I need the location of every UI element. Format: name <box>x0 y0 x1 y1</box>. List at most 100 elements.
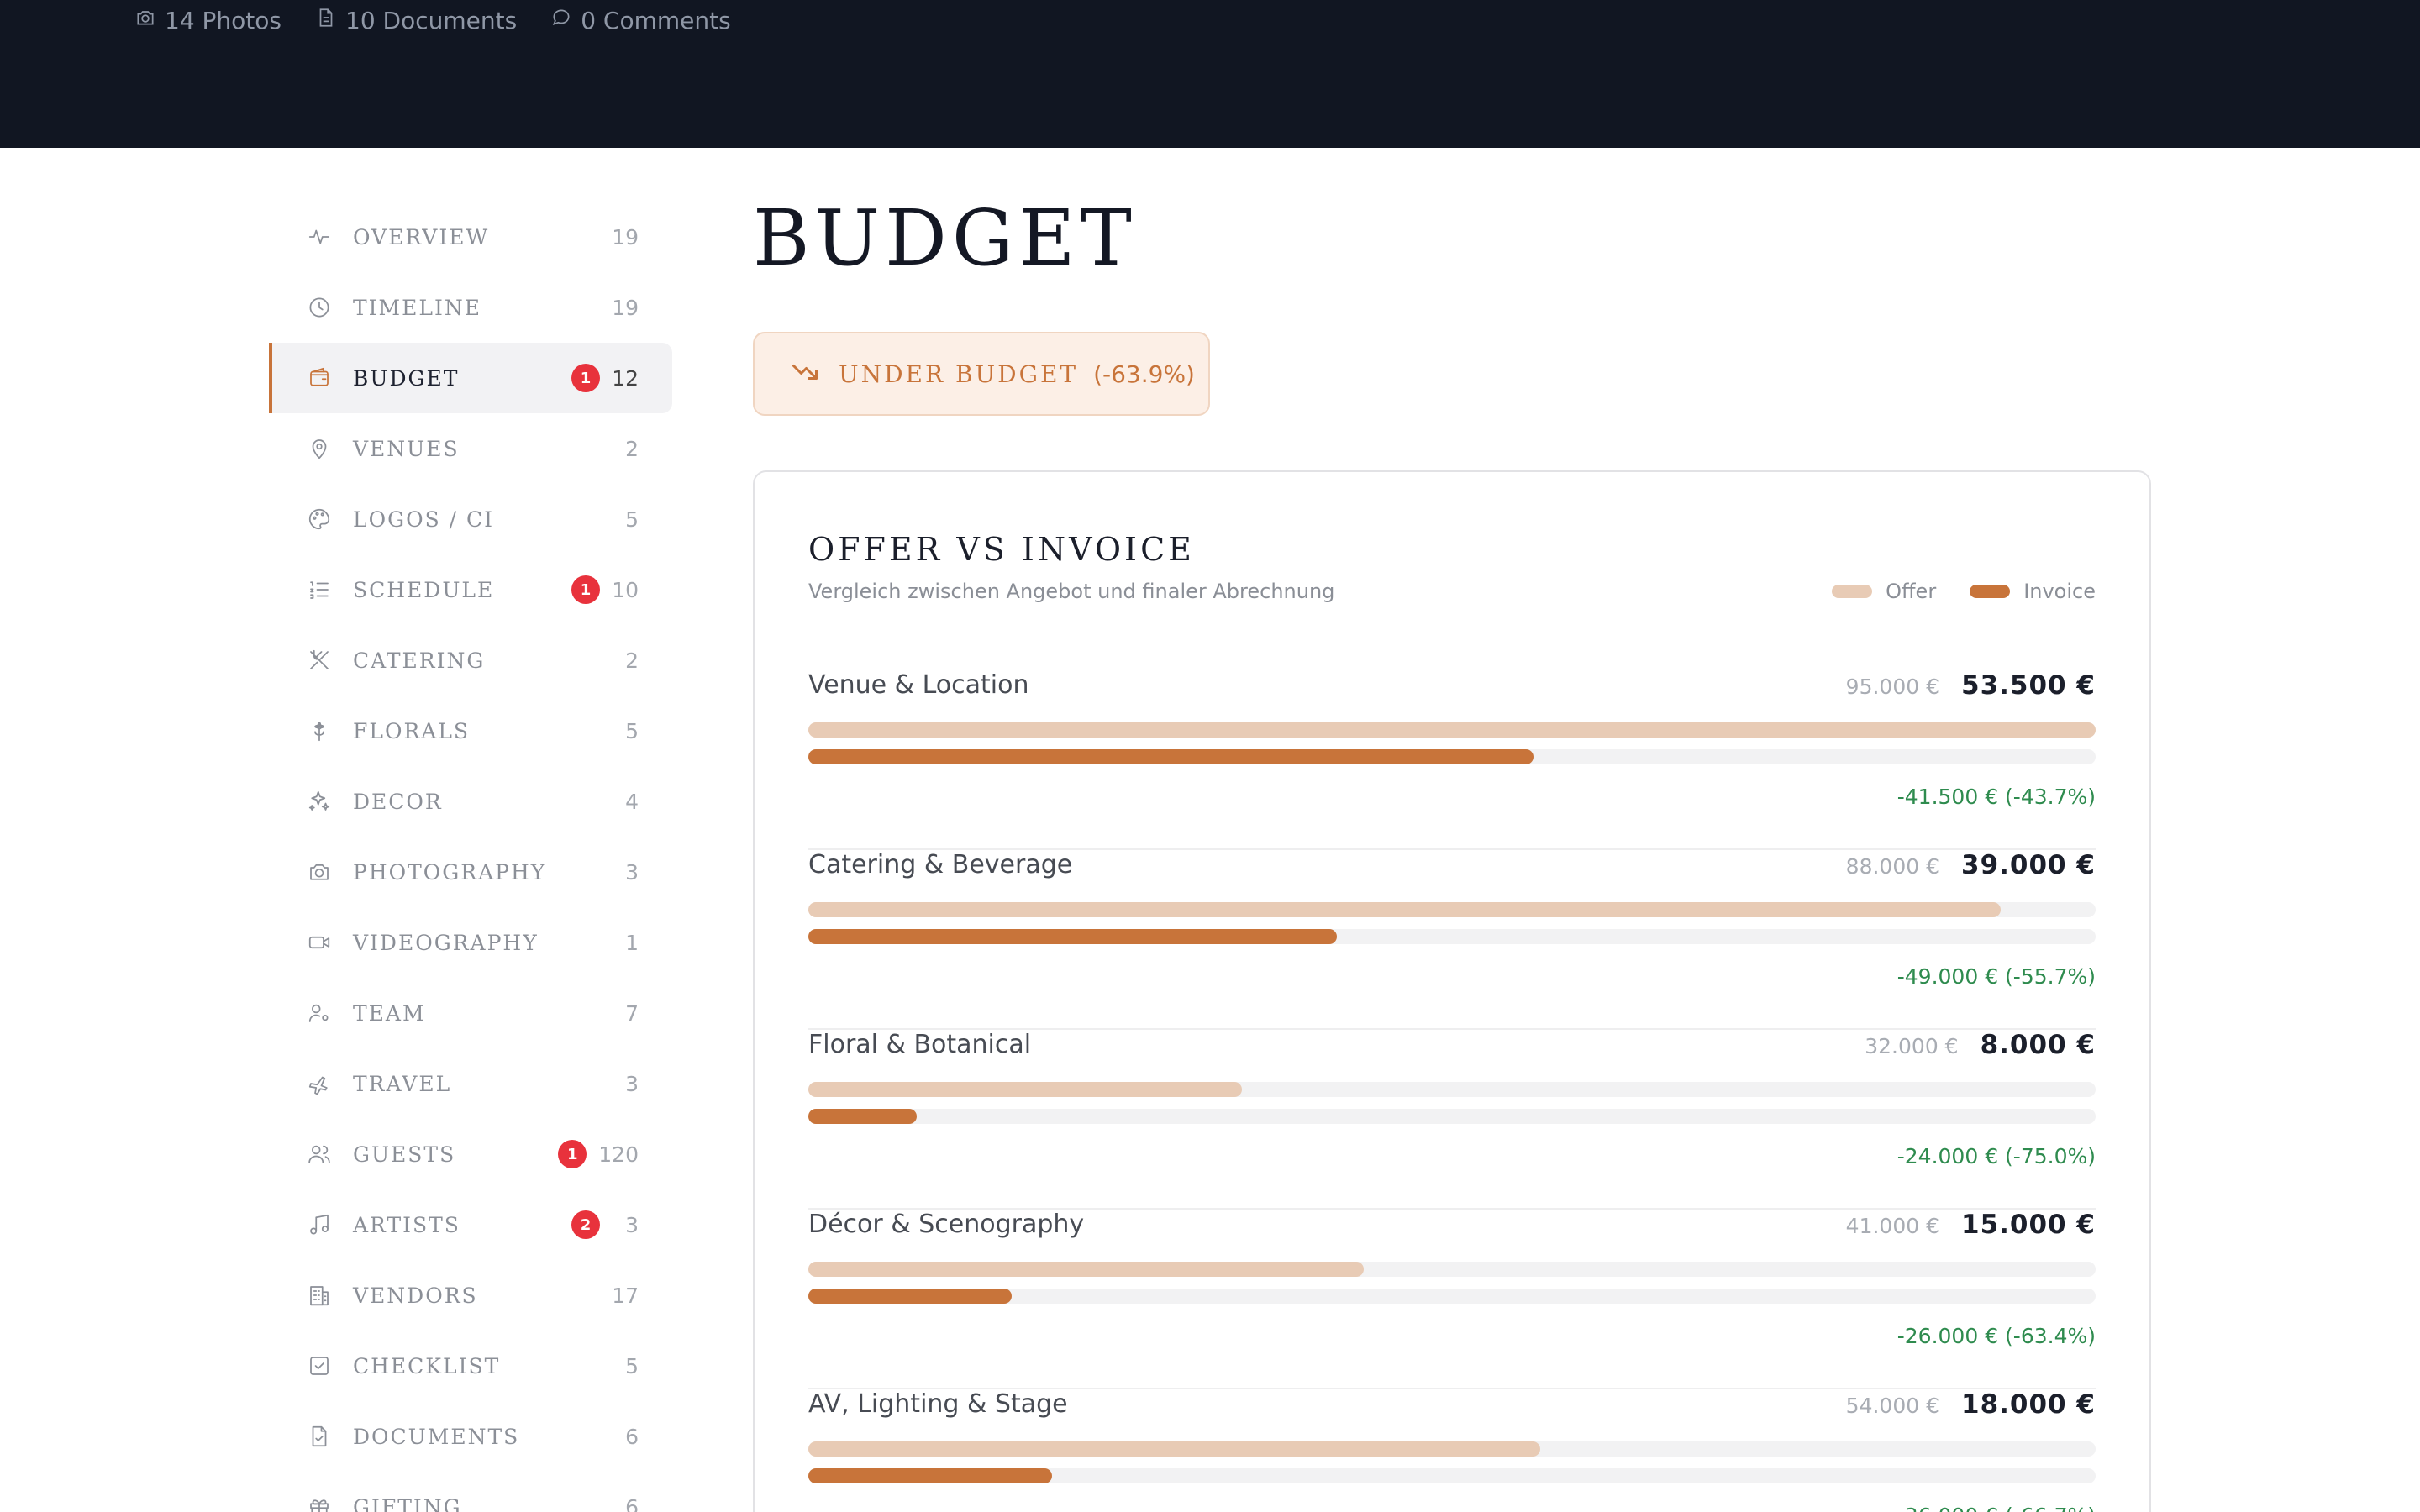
sidebar-item-count: 5 <box>625 507 639 532</box>
invoice-amount: 8.000 € <box>1980 1030 2096 1060</box>
users-icon <box>306 1141 333 1168</box>
sidebar-item-florals[interactable]: FLORALS 5 <box>269 696 672 766</box>
sidebar-item-team[interactable]: TEAM 7 <box>269 978 672 1048</box>
sidebar-item-vendors[interactable]: VENDORS 17 <box>269 1260 672 1331</box>
chart-legend: Offer Invoice <box>1832 580 2096 603</box>
palette-icon <box>306 506 333 533</box>
sidebar-item-overview[interactable]: OVERVIEW 19 <box>269 202 672 272</box>
row-amounts: 54.000 € 18.000 € <box>1846 1389 2096 1420</box>
sidebar-item-label: TRAVEL <box>353 1071 452 1096</box>
sparkles-icon <box>306 788 333 815</box>
sidebar-item-count: 19 <box>612 295 639 320</box>
sidebar-item-schedule[interactable]: SCHEDULE 1 10 <box>269 554 672 625</box>
category-label: Floral & Botanical <box>808 1030 1032 1059</box>
sidebar-item-meta: 7 <box>612 1001 639 1026</box>
map-pin-icon <box>306 435 333 462</box>
sidebar-item-count: 120 <box>598 1142 639 1167</box>
sidebar-item-checklist[interactable]: CHECKLIST 5 <box>269 1331 672 1401</box>
difference-label: -36.000 € (-66.7%) <box>1897 1504 2096 1512</box>
sidebar-item-label: DECOR <box>353 789 443 814</box>
sidebar-item-venues[interactable]: VENUES 2 <box>269 413 672 484</box>
legend-label-offer: Offer <box>1886 580 1937 603</box>
sidebar-item-label: GUESTS <box>353 1142 456 1167</box>
invoice-bar <box>808 929 1337 944</box>
sidebar-item-videography[interactable]: VIDEOGRAPHY 1 <box>269 907 672 978</box>
notification-badge: 1 <box>558 1140 587 1168</box>
budget-row: Décor & Scenography 41.000 € 15.000 € -26.0… <box>808 1210 2096 1389</box>
difference-label: -26.000 € (-63.4%) <box>1897 1324 2096 1348</box>
offer-bar <box>808 722 2096 738</box>
sidebar-item-count: 7 <box>625 1000 639 1026</box>
sidebar-item-photography[interactable]: PHOTOGRAPHY 3 <box>269 837 672 907</box>
sidebar-item-documents[interactable]: DOCUMENTS 6 <box>269 1401 672 1472</box>
legend-offer: Offer <box>1832 580 1936 603</box>
user-cog-icon <box>306 1000 333 1026</box>
sidebar-item-meta: 1 120 <box>558 1140 639 1168</box>
notification-badge: 2 <box>571 1210 600 1239</box>
building-icon <box>306 1282 333 1309</box>
offer-bar <box>808 902 2001 917</box>
sidebar-item-count: 5 <box>625 1353 639 1378</box>
pulse-icon <box>306 223 333 250</box>
documents-label: 10 Documents <box>345 7 518 34</box>
project-stats: 14 Photos 10 Documents 0 Comments <box>134 7 731 34</box>
sidebar-item-count: 2 <box>625 648 639 673</box>
invoice-track <box>808 1109 2096 1124</box>
status-label: UNDER BUDGET <box>839 360 1079 388</box>
invoice-track <box>808 1468 2096 1483</box>
sidebar-item-label: CHECKLIST <box>353 1353 501 1378</box>
sidebar-item-catering[interactable]: CATERING 2 <box>269 625 672 696</box>
invoice-amount: 15.000 € <box>1961 1210 2096 1240</box>
sidebar-item-timeline[interactable]: TIMELINE 19 <box>269 272 672 343</box>
invoice-track <box>808 1289 2096 1304</box>
invoice-amount: 53.500 € <box>1961 670 2096 701</box>
sidebar-item-artists[interactable]: ARTISTS 2 3 <box>269 1189 672 1260</box>
sidebar-item-meta: 5 <box>612 719 639 743</box>
camera-icon <box>306 858 333 885</box>
budget-status-badge: UNDER BUDGET (-63.9%) <box>753 332 1210 416</box>
budget-rows: Venue & Location 95.000 € 53.500 € -41.500 … <box>808 670 2096 1512</box>
sidebar-item-meta: 1 12 <box>571 364 639 392</box>
sidebar-item-meta: 3 <box>612 1072 639 1096</box>
sidebar-item-count: 1 <box>625 930 639 955</box>
sidebar-item-count: 12 <box>612 365 639 391</box>
sidebar-item-gifting[interactable]: GIFTING 6 <box>269 1472 672 1512</box>
row-amounts: 32.000 € 8.000 € <box>1865 1030 2096 1060</box>
sidebar-item-meta: 19 <box>612 225 639 249</box>
sidebar-item-meta: 6 <box>612 1425 639 1449</box>
category-label: AV, Lighting & Stage <box>808 1389 1068 1419</box>
sidebar-item-count: 3 <box>625 1212 639 1237</box>
sidebar-item-label: DOCUMENTS <box>353 1424 520 1449</box>
page-title: BUDGET <box>753 193 1137 283</box>
sidebar-item-logos-ci[interactable]: LOGOS / CI 5 <box>269 484 672 554</box>
difference-label: -49.000 € (-55.7%) <box>1897 964 2096 989</box>
budget-row: Floral & Botanical 32.000 € 8.000 € -24.000… <box>808 1030 2096 1210</box>
sidebar-item-guests[interactable]: GUESTS 1 120 <box>269 1119 672 1189</box>
document-icon <box>315 7 337 34</box>
sidebar-item-label: TEAM <box>353 1000 426 1026</box>
wallet-icon <box>306 365 333 391</box>
sidebar-item-meta: 5 <box>612 1354 639 1378</box>
photos-stat[interactable]: 14 Photos <box>134 7 281 34</box>
camera-icon <box>134 7 156 34</box>
sidebar-item-count: 19 <box>612 224 639 249</box>
sidebar-item-travel[interactable]: TRAVEL 3 <box>269 1048 672 1119</box>
invoice-amount: 18.000 € <box>1961 1389 2096 1420</box>
sidebar-item-meta: 4 <box>612 790 639 814</box>
file-check-icon <box>306 1423 333 1450</box>
sidebar-item-decor[interactable]: DECOR 4 <box>269 766 672 837</box>
music-icon <box>306 1211 333 1238</box>
card-title: OFFER VS INVOICE <box>808 531 1195 568</box>
video-icon <box>306 929 333 956</box>
sidebar-item-count: 10 <box>612 577 639 602</box>
offer-track <box>808 1082 2096 1097</box>
documents-stat[interactable]: 10 Documents <box>315 7 517 34</box>
sidebar-item-label: VENDORS <box>353 1283 478 1308</box>
sidebar-item-budget[interactable]: BUDGET 1 12 <box>269 343 672 413</box>
comments-label: 0 Comments <box>581 7 731 34</box>
status-percentage: (-63.9%) <box>1093 360 1195 388</box>
offer-amount: 88.000 € <box>1845 854 1939 879</box>
sidebar-item-count: 6 <box>625 1424 639 1449</box>
comment-icon <box>550 7 572 34</box>
comments-stat[interactable]: 0 Comments <box>550 7 731 34</box>
